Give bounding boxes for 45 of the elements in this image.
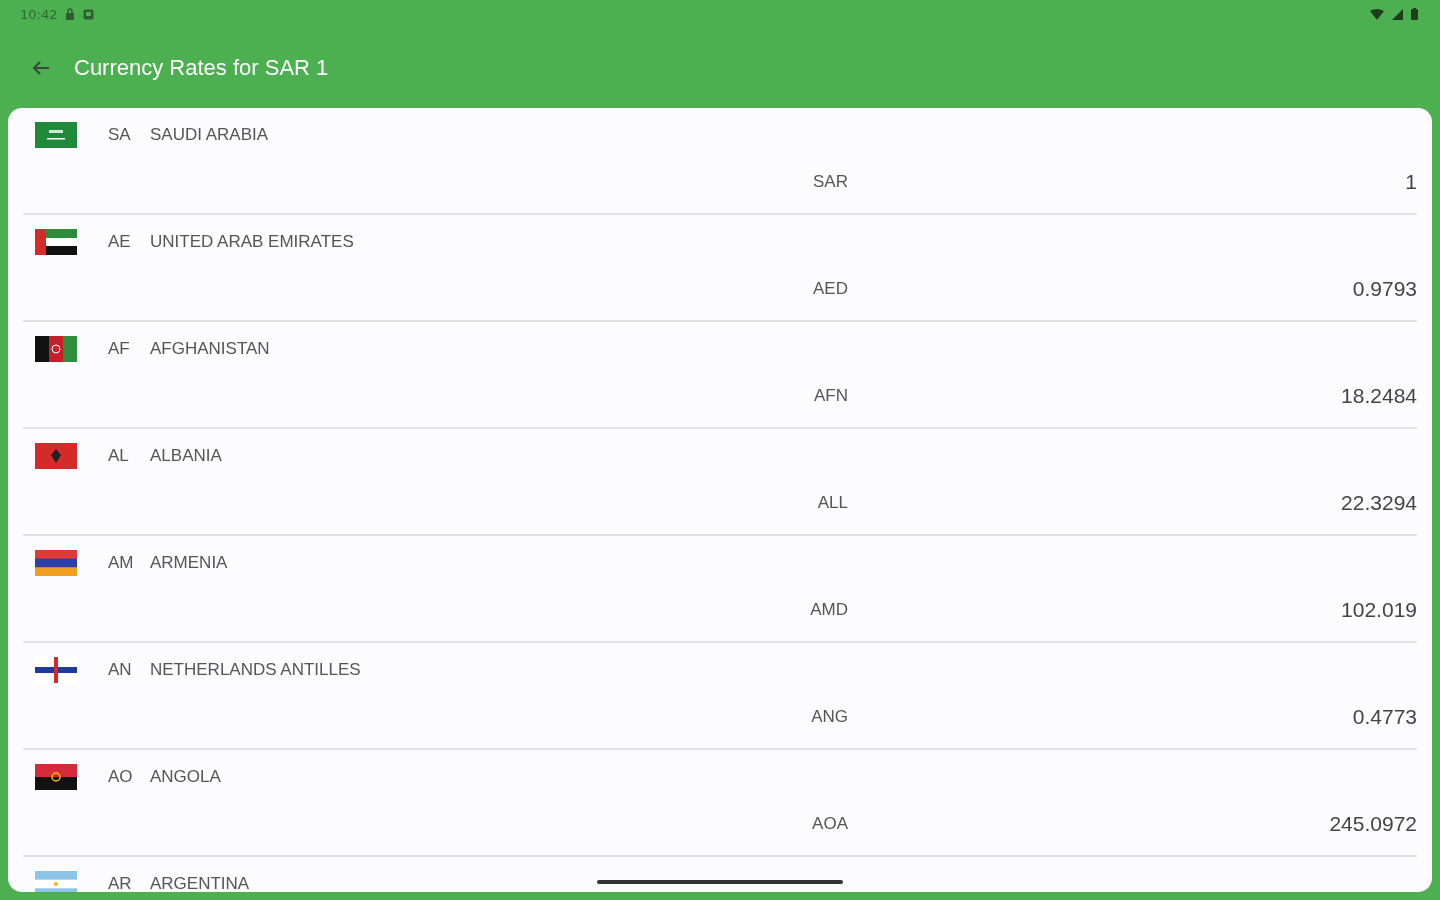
flag-icon — [35, 550, 77, 576]
wifi-icon — [1370, 8, 1384, 20]
signal-icon — [1392, 8, 1403, 20]
country-code: AM — [108, 553, 135, 573]
exchange-rate: 1 — [1405, 170, 1417, 194]
currency-code: AMD — [810, 600, 848, 620]
battery-icon — [1411, 8, 1418, 20]
country-code: AR — [108, 874, 133, 892]
country-name: AFGHANISTAN — [150, 339, 270, 359]
country-code: AO — [108, 767, 134, 787]
currency-code: SAR — [813, 172, 848, 192]
country-name: NETHERLANDS ANTILLES — [150, 660, 361, 680]
gesture-handle[interactable] — [597, 880, 843, 884]
flag-icon — [35, 122, 77, 148]
country-name: ARGENTINA — [150, 874, 250, 892]
flag-icon — [35, 229, 77, 255]
status-time: 10:42 — [20, 6, 58, 22]
lock-icon — [65, 8, 76, 20]
exchange-rate: 102.019 — [1341, 598, 1417, 622]
exchange-rate: 0.9793 — [1352, 277, 1417, 301]
currency-code: AED — [813, 279, 848, 299]
country-name: ALBANIA — [150, 446, 222, 466]
currency-code: AFN — [814, 386, 848, 406]
screen-title: Currency Rates for SAR 1 — [74, 55, 329, 81]
country-name: UNITED ARAB EMIRATES — [150, 232, 354, 252]
flag-icon — [35, 764, 77, 790]
country-code: AE — [108, 232, 132, 252]
country-name: ARMENIA — [150, 553, 228, 573]
country-name: ANGOLA — [150, 767, 221, 787]
exchange-rate: 245.0972 — [1329, 812, 1417, 836]
flag-icon — [35, 657, 77, 683]
country-code: AL — [108, 446, 130, 466]
flag-icon — [35, 443, 77, 469]
currency-code: AOA — [812, 814, 848, 834]
notification-icon — [83, 8, 95, 20]
exchange-rate: 22.3294 — [1341, 491, 1417, 515]
exchange-rate: 0.4773 — [1352, 705, 1417, 729]
country-code: AF — [108, 339, 131, 359]
currency-code: ANG — [811, 707, 848, 727]
country-code: AN — [108, 660, 133, 680]
country-code: SA — [108, 125, 132, 145]
currency-code: ALL — [817, 493, 848, 513]
flag-icon — [35, 336, 77, 362]
country-name: SAUDI ARABIA — [150, 125, 269, 145]
exchange-rate: 18.2484 — [1341, 384, 1417, 408]
